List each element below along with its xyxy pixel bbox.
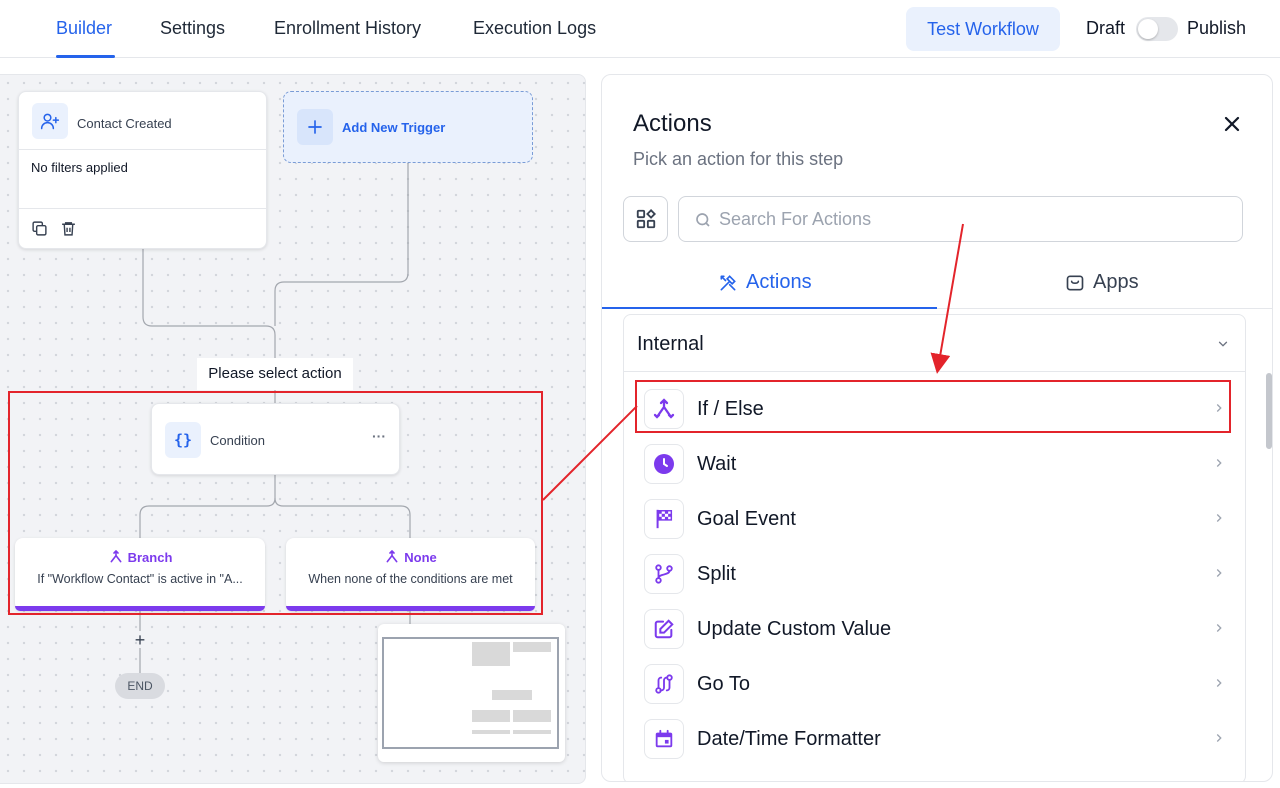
chevron-right-icon [1216,624,1222,632]
calendar-icon [644,719,684,759]
tools-icon [720,274,736,290]
toggle-knob [1138,19,1158,39]
divider [19,208,266,209]
add-trigger-label: Add New Trigger [342,120,446,135]
scrollbar-thumb[interactable] [1266,373,1272,449]
goto-icon [644,664,684,704]
checkered-flag-icon [644,499,684,539]
user-plus-icon [32,103,68,139]
search-field[interactable] [678,196,1243,242]
search-icon [696,213,710,227]
tab-divider [937,308,1272,309]
trash-icon[interactable] [60,220,77,242]
active-tab-underline [602,307,937,309]
chevron-right-icon [1216,734,1222,742]
panel-title: Actions [633,110,712,137]
plus-icon [297,109,333,145]
tab-builder[interactable]: Builder [56,18,112,39]
divider [19,149,266,150]
action-item-date-time-formatter[interactable]: Date/Time Formatter [644,717,1234,761]
top-nav-bar: Builder Settings Enrollment History Exec… [0,0,1280,58]
action-label: Update Custom Value [697,618,892,640]
tab-apps[interactable]: Apps [1065,271,1139,294]
edit-icon [644,609,684,649]
chevron-right-icon [1216,679,1222,687]
action-label: Date/Time Formatter [697,728,881,750]
action-item-goal-event[interactable]: Goal Event [644,497,1234,541]
action-label: Split [697,563,736,585]
action-label: Wait [697,453,737,475]
action-item-go-to[interactable]: Go To [644,662,1234,706]
publish-label: Publish [1187,18,1247,38]
publish-toggle[interactable] [1136,17,1178,41]
panel-subtitle: Pick an action for this step [633,149,844,169]
split-icon [644,554,684,594]
trigger-filters: No filters applied [31,160,128,175]
action-item-wait[interactable]: Wait [644,442,1234,486]
chevron-right-icon [1216,514,1222,522]
apps-icon [1066,275,1084,290]
search-input[interactable] [719,197,1229,241]
action-label: Go To [697,673,750,695]
close-icon[interactable] [1220,112,1244,136]
test-workflow-button[interactable]: Test Workflow [906,7,1060,51]
section-title: Internal [637,333,704,355]
action-item-split[interactable]: Split [644,552,1234,596]
add-new-trigger-button[interactable]: Add New Trigger [283,91,533,163]
action-label: Goal Event [697,508,796,530]
active-tab-indicator [56,55,115,58]
minimap[interactable] [378,624,565,762]
trigger-card[interactable]: Contact Created No filters applied [18,91,267,249]
tab-actions[interactable]: Actions [718,271,812,294]
chevron-down-icon[interactable] [1216,337,1230,356]
tab-enrollment-history[interactable]: Enrollment History [274,18,421,39]
tab-settings[interactable]: Settings [160,18,225,39]
trigger-title: Contact Created [77,116,172,131]
tab-execution-logs[interactable]: Execution Logs [473,18,596,39]
action-item-update-custom-value[interactable]: Update Custom Value [644,607,1234,651]
chevron-right-icon [1216,569,1222,577]
divider [624,371,1245,372]
select-action-label: Please select action [197,358,353,390]
annotation-box-canvas [8,391,543,615]
clock-icon [644,444,684,484]
add-step-button[interactable]: + [132,630,148,651]
minimap-preview [382,637,559,749]
draft-label: Draft [1086,18,1126,38]
chevron-right-icon [1216,459,1222,467]
copy-icon[interactable] [31,220,48,242]
end-node: END [115,673,165,699]
grid-icon [636,208,656,229]
annotation-box-if-else [635,380,1231,433]
category-grid-button[interactable] [623,196,668,242]
